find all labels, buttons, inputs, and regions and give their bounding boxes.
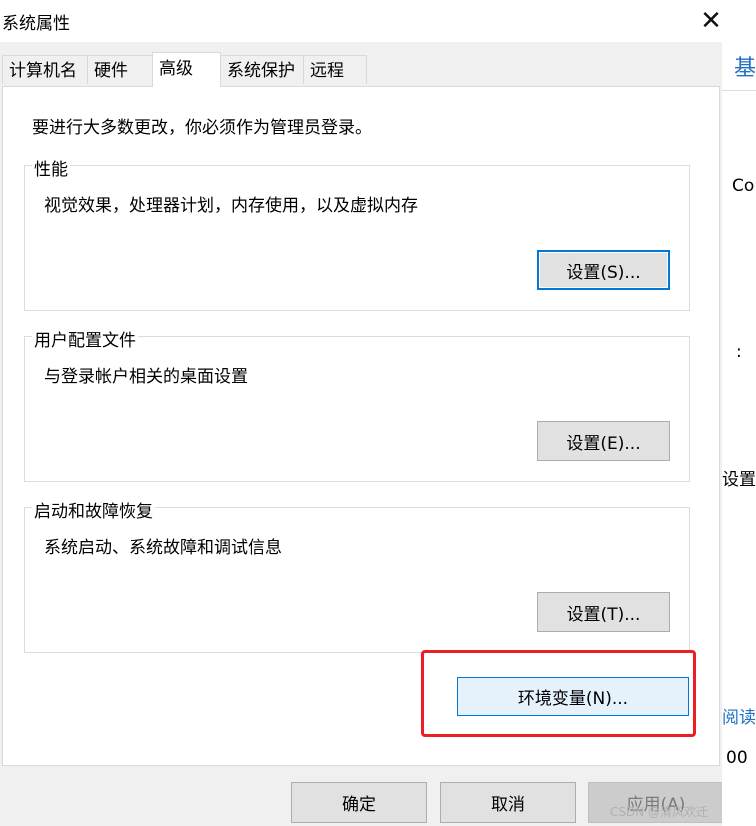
background-window: 基 Co : 设置 阅读 00: [722, 0, 756, 826]
startup-recovery-description: 系统启动、系统故障和调试信息: [44, 538, 282, 558]
background-link-read[interactable]: 阅读: [722, 703, 756, 728]
tab-remote[interactable]: 远程: [303, 55, 367, 84]
cancel-button[interactable]: 取消: [440, 782, 576, 823]
background-heading: 基: [734, 56, 756, 81]
startup-recovery-settings-button[interactable]: 设置(T)...: [537, 592, 670, 632]
tab-system-protection[interactable]: 系统保护: [220, 55, 304, 84]
user-profiles-description: 与登录帐户相关的桌面设置: [44, 367, 248, 387]
window-title: 系统属性: [2, 14, 70, 34]
tab-computer-name[interactable]: 计算机名: [2, 55, 88, 84]
user-profiles-settings-button[interactable]: 设置(E)...: [537, 421, 670, 461]
background-text-colon: :: [736, 342, 742, 362]
ok-button[interactable]: 确定: [291, 782, 427, 823]
csdn-watermark: CSDN @清风欢迁: [610, 805, 709, 819]
admin-notice: 要进行大多数更改，你必须作为管理员登录。: [32, 118, 372, 138]
title-bar: 系统属性 ✕: [0, 0, 722, 42]
tab-hardware[interactable]: 硬件: [87, 55, 153, 84]
user-profiles-group-title: 用户配置文件: [32, 326, 138, 351]
background-text-co: Co: [732, 176, 755, 196]
tab-advanced[interactable]: 高级: [152, 52, 221, 87]
tab-strip: 计算机名 硬件 高级 系统保护 远程: [0, 52, 722, 88]
background-divider: [722, 90, 756, 91]
background-text-number: 00: [726, 748, 748, 768]
performance-description: 视觉效果，处理器计划，内存使用，以及虚拟内存: [44, 196, 418, 216]
red-highlight-annotation: [421, 650, 696, 737]
background-text-settings: 设置: [722, 470, 756, 490]
performance-settings-button[interactable]: 设置(S)...: [537, 250, 670, 290]
system-properties-dialog: 系统属性 ✕ 计算机名 硬件 高级 系统保护 远程 要进行大多数更改，你必须作为…: [0, 0, 724, 826]
startup-recovery-group-title: 启动和故障恢复: [32, 497, 155, 522]
performance-group-title: 性能: [32, 155, 70, 180]
